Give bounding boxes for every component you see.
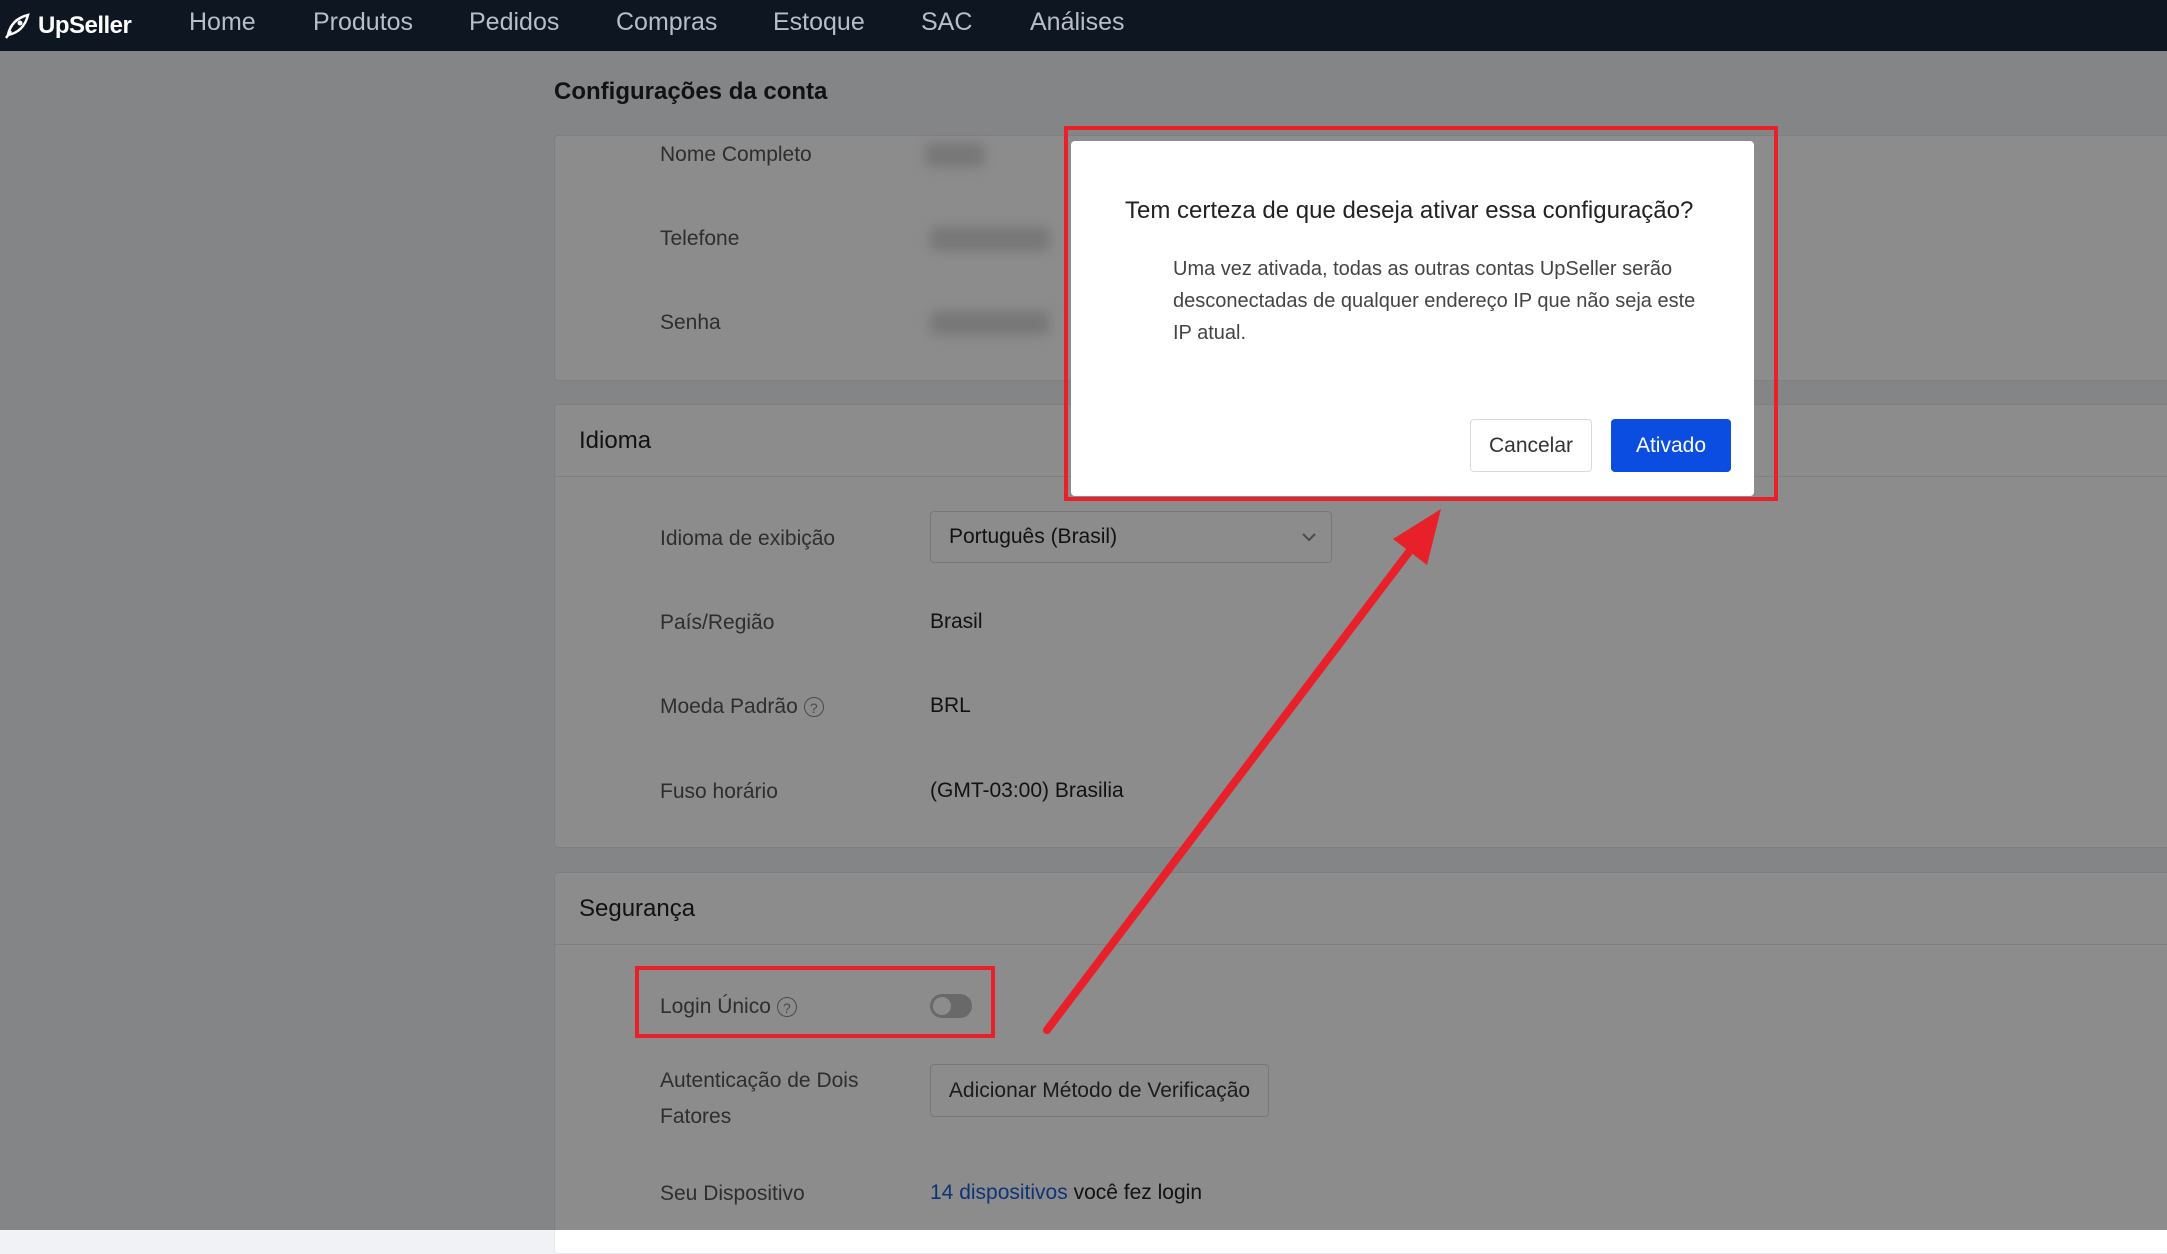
- annotation-arrow-icon: [1043, 509, 1441, 1034]
